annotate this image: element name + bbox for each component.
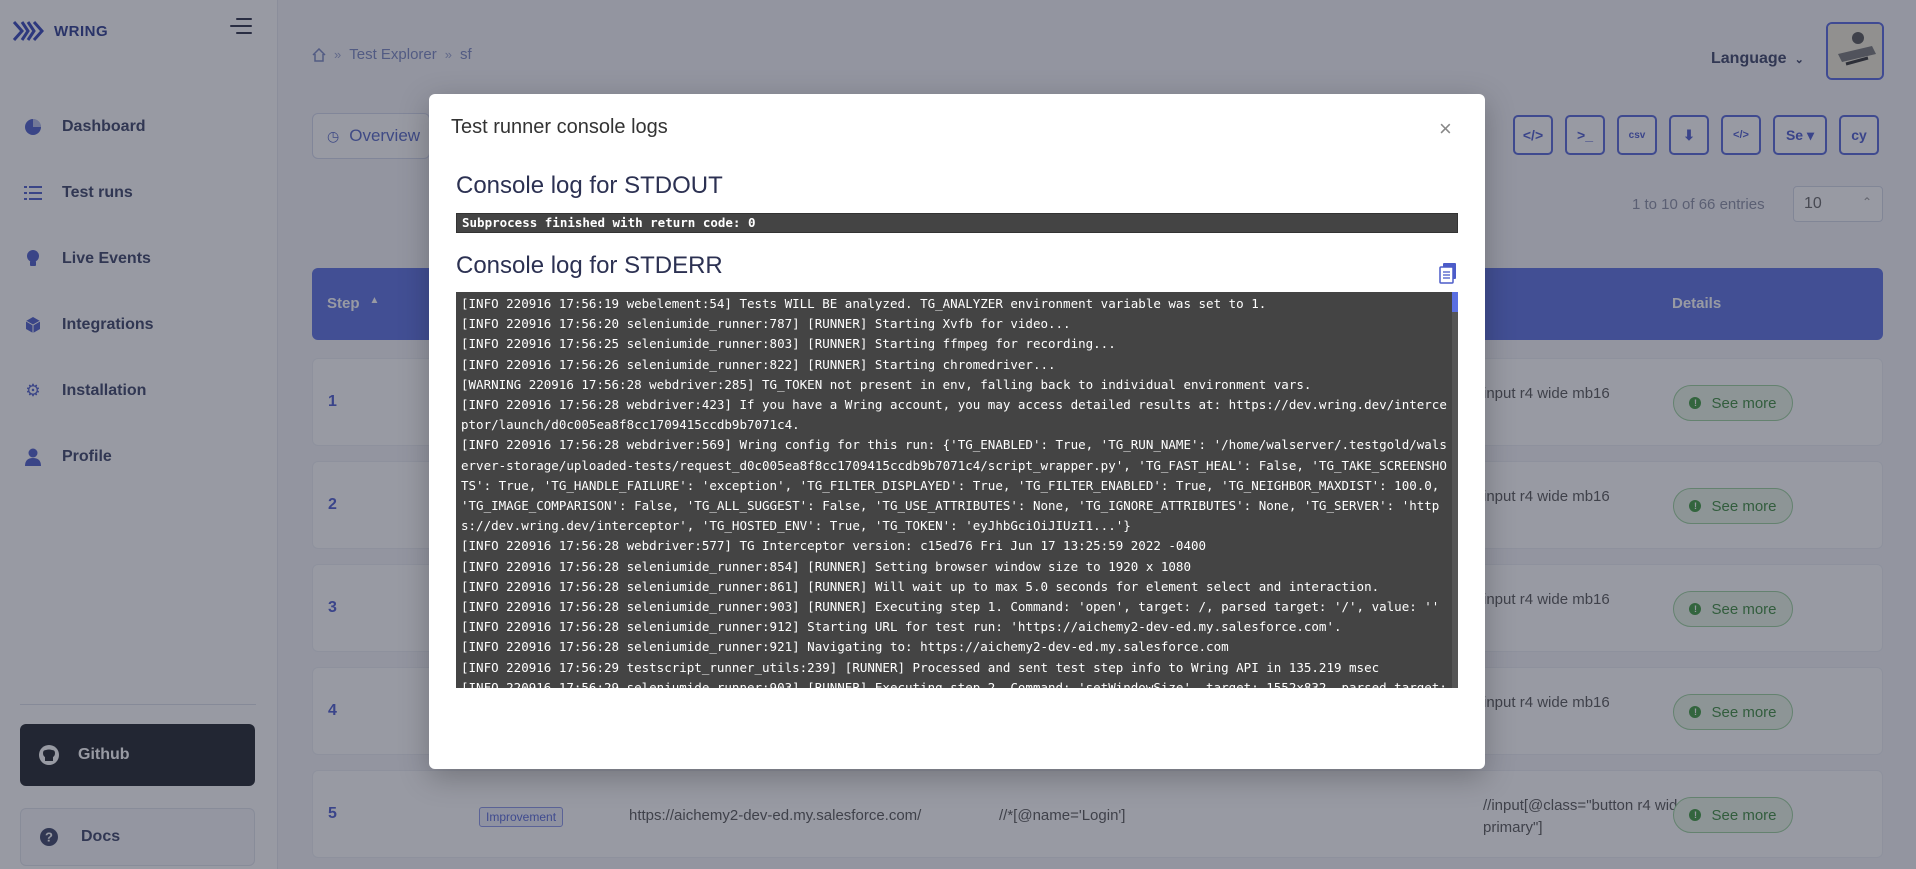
modal-title: Test runner console logs	[451, 116, 668, 138]
stdout-title: Console log for STDOUT	[456, 172, 723, 199]
scrollbar-thumb[interactable]	[1452, 292, 1458, 312]
stderr-log-text: [INFO 220916 17:56:19 webelement:54] Tes…	[461, 296, 1447, 688]
scrollbar[interactable]	[1452, 292, 1458, 688]
console-logs-modal: Test runner console logs × Console log f…	[429, 94, 1485, 769]
stderr-title: Console log for STDERR	[456, 252, 723, 279]
close-icon[interactable]: ×	[1439, 116, 1452, 142]
stderr-log[interactable]: [INFO 220916 17:56:19 webelement:54] Tes…	[456, 292, 1458, 688]
copy-icon[interactable]	[1439, 262, 1457, 284]
stdout-log: Subprocess finished with return code: 0	[456, 213, 1458, 233]
